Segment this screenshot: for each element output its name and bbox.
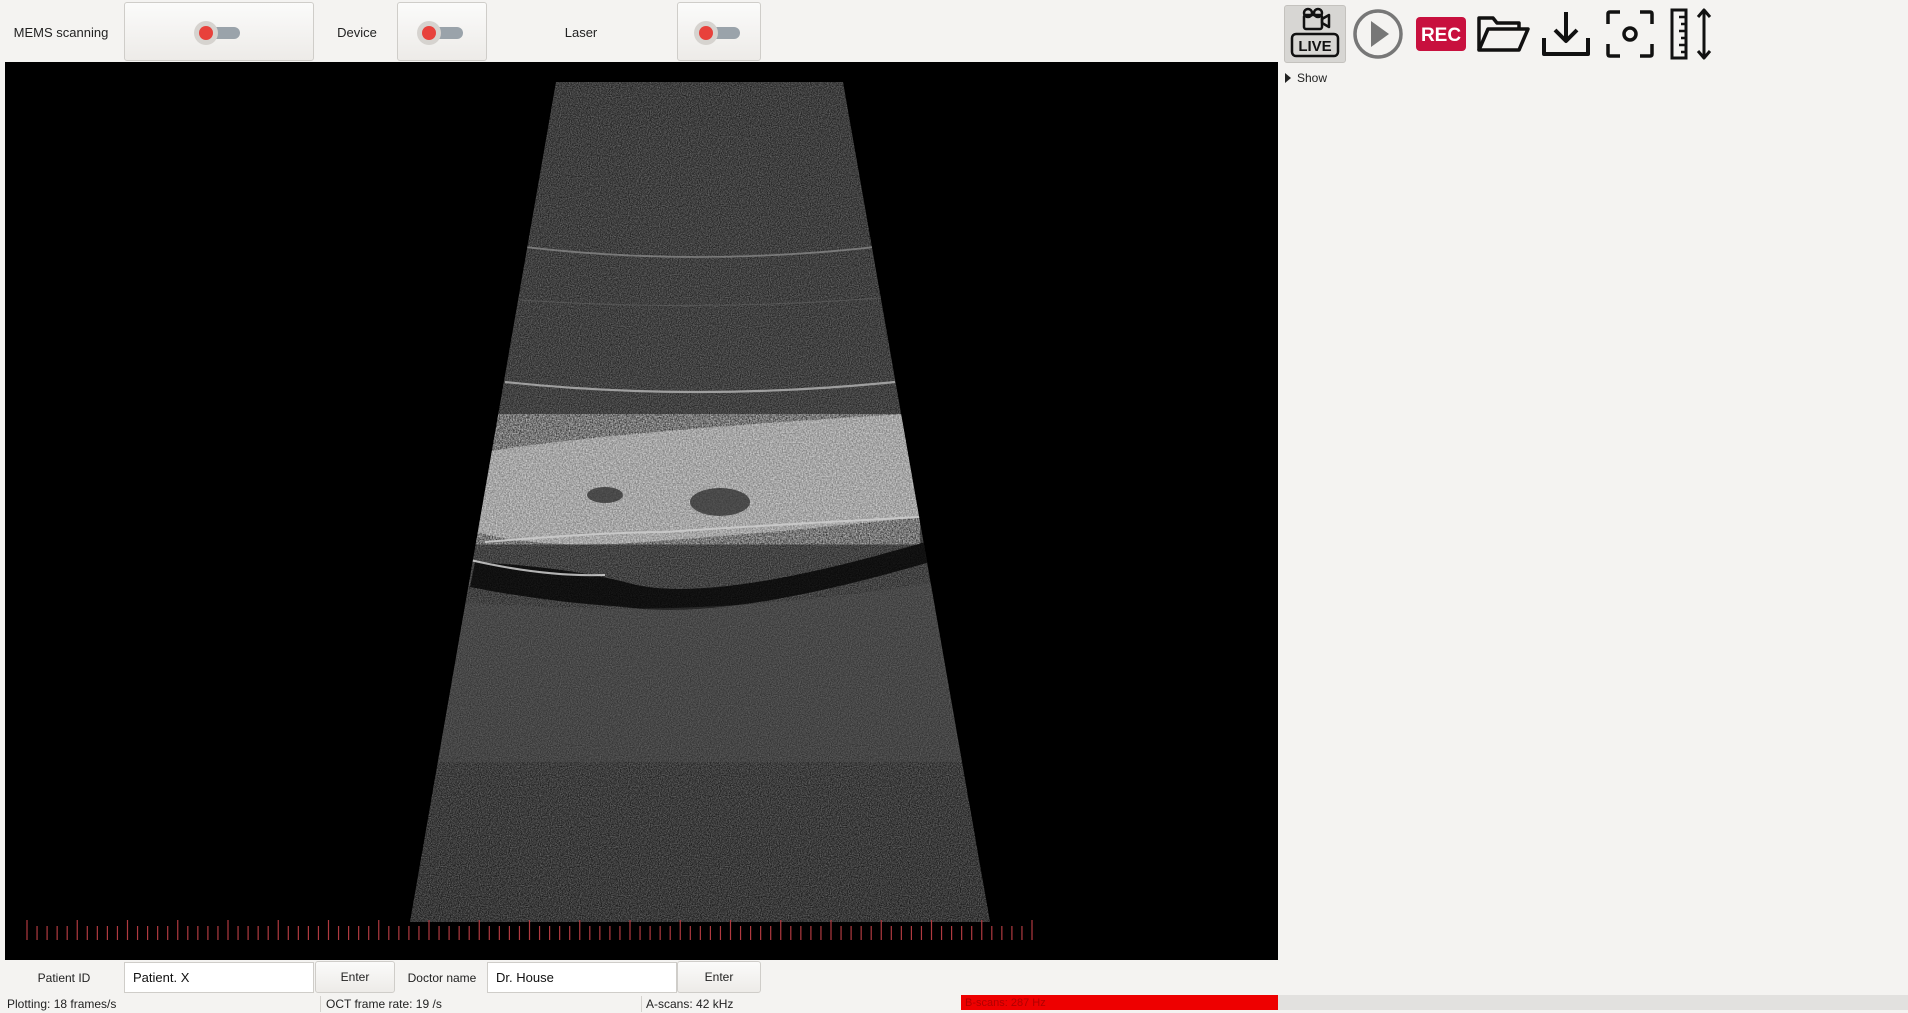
play-circle-icon bbox=[1353, 9, 1403, 59]
toggle-switch bbox=[694, 20, 744, 45]
show-label: Show bbox=[1297, 71, 1328, 85]
mems-scanning-toggle[interactable] bbox=[124, 2, 314, 61]
device-label: Device bbox=[337, 24, 377, 40]
rec-icon: REC bbox=[1416, 17, 1466, 51]
status-divider bbox=[320, 996, 321, 1012]
triangle-right-icon bbox=[1285, 73, 1291, 83]
laser-label: Laser bbox=[564, 24, 598, 40]
patient-enter-button[interactable]: Enter bbox=[315, 961, 395, 993]
app-window: MEMS scanning Device Laser LIVE REC Show… bbox=[0, 0, 1908, 1013]
patient-id-label: Patient ID bbox=[37, 970, 91, 985]
live-camera-icon: LIVE bbox=[1290, 7, 1340, 58]
plotting-rate-status: Plotting: 18 frames/s bbox=[7, 996, 117, 1011]
depth-scale-ticks bbox=[26, 920, 1033, 940]
live-button[interactable]: LIVE bbox=[1284, 5, 1346, 63]
ascan-rate-status: A-scans: 42 kHz bbox=[646, 996, 734, 1011]
doctor-enter-button[interactable]: Enter bbox=[677, 961, 761, 993]
laser-toggle[interactable] bbox=[677, 2, 761, 61]
show-expander[interactable]: Show bbox=[1284, 71, 1327, 85]
svg-text:LIVE: LIVE bbox=[1298, 38, 1331, 55]
bscan-rate-bar: B-scans: 287 Hz bbox=[961, 995, 1278, 1010]
focus-capture-icon bbox=[1606, 10, 1654, 58]
download-icon bbox=[1542, 12, 1590, 56]
oct-frame-rate-status: OCT frame rate: 19 /s bbox=[326, 996, 442, 1011]
open-folder-button[interactable] bbox=[1474, 5, 1532, 63]
svg-text:REC: REC bbox=[1421, 25, 1461, 46]
status-bar-fill bbox=[1278, 995, 1908, 1010]
oct-image-viewer[interactable] bbox=[5, 62, 1278, 960]
mems-scanning-label: MEMS scanning bbox=[13, 24, 109, 40]
device-toggle[interactable] bbox=[397, 2, 487, 61]
folder-open-icon bbox=[1477, 16, 1530, 52]
play-button[interactable] bbox=[1349, 5, 1407, 63]
doctor-name-label: Doctor name bbox=[407, 970, 477, 985]
doctor-name-input[interactable] bbox=[487, 962, 677, 993]
download-button[interactable] bbox=[1537, 5, 1595, 63]
status-divider bbox=[641, 996, 642, 1012]
patient-id-input[interactable] bbox=[124, 962, 314, 993]
screenshot-button[interactable] bbox=[1601, 5, 1659, 63]
toggle-switch bbox=[194, 20, 244, 45]
measure-button[interactable] bbox=[1663, 5, 1721, 63]
settings-panel: Show bbox=[1278, 68, 1908, 993]
oct-b-scan-image bbox=[26, 82, 1033, 940]
record-button[interactable]: REC bbox=[1412, 5, 1470, 63]
ruler-vertical-icon bbox=[1670, 8, 1712, 60]
toggle-switch bbox=[417, 20, 467, 45]
